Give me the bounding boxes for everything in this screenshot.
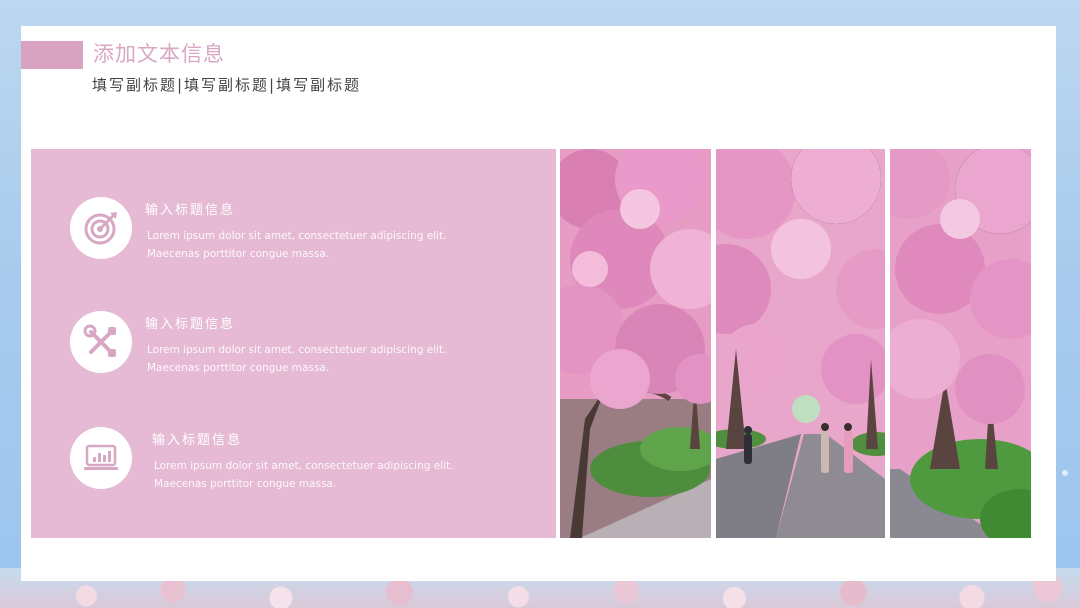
feature-icon-circle [70, 311, 132, 373]
cherry-blossom-photo [560, 149, 711, 538]
feature-title: 输入标题信息 [152, 433, 243, 448]
title-accent-bar [21, 41, 83, 69]
tools-icon [83, 324, 116, 357]
feature-description: Lorem ipsum dolor sit amet, consectetuer… [154, 460, 454, 490]
feature-description: Lorem ipsum dolor sit amet, consectetuer… [147, 230, 447, 260]
feature-icon-circle [70, 427, 132, 489]
laptop-chart-icon [84, 444, 118, 470]
cherry-blossom-photo [716, 149, 885, 538]
target-icon [84, 212, 117, 245]
feature-title: 输入标题信息 [145, 203, 236, 218]
feature-title: 输入标题信息 [145, 317, 236, 332]
slide-subtitle: 填写副标题|填写副标题|填写副标题 [92, 76, 362, 94]
slide-title: 添加文本信息 [93, 42, 225, 66]
feature-icon-circle [70, 197, 132, 259]
feature-description: Lorem ipsum dolor sit amet, consectetuer… [147, 344, 447, 374]
sparkle-decoration [1062, 470, 1068, 476]
cherry-blossom-photo [890, 149, 1031, 538]
